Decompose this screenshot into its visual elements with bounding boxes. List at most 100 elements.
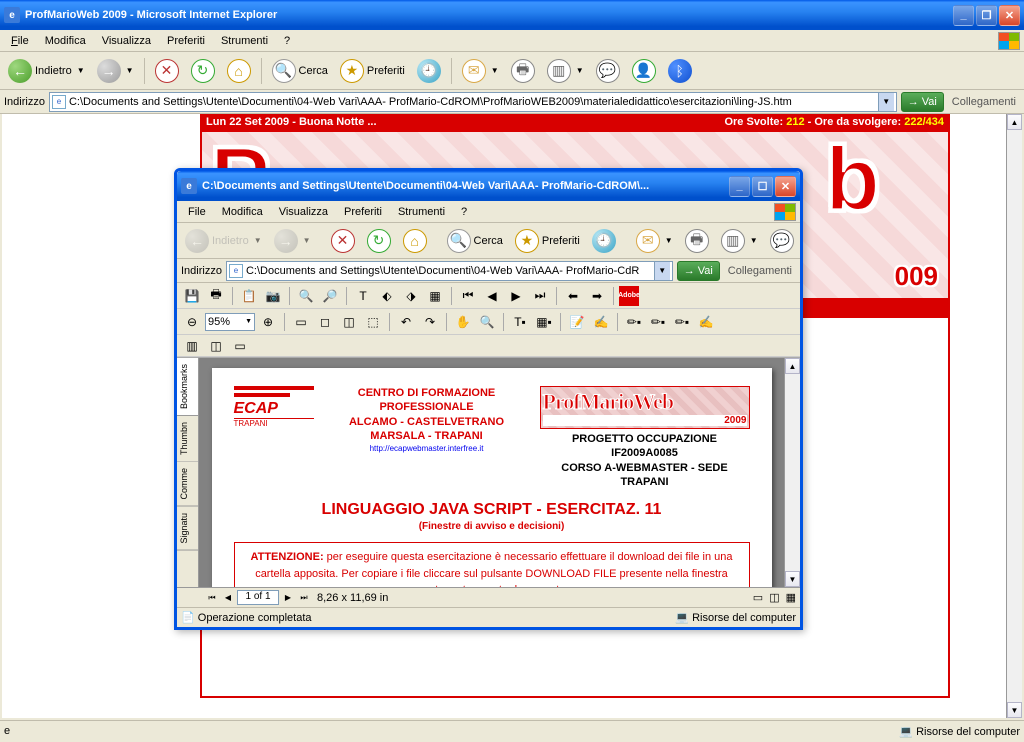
child-home-button[interactable]: ⌂: [399, 226, 431, 256]
pdf-search-button[interactable]: 🔎: [319, 285, 341, 307]
pdf-note-button[interactable]: 📝: [566, 311, 588, 333]
child-maximize-button[interactable]: ☐: [752, 176, 773, 197]
edit-button[interactable]: ▥▼: [543, 56, 588, 86]
child-discuss-button[interactable]: 💬: [766, 226, 798, 256]
main-scrollbar[interactable]: ▲ ▼: [1006, 114, 1022, 718]
child-menu-file[interactable]: File: [181, 204, 213, 220]
minimize-button[interactable]: _: [953, 5, 974, 26]
home-button[interactable]: ⌂: [223, 56, 255, 86]
pdf-page-indicator[interactable]: 1 of 1: [237, 590, 279, 605]
child-history-button[interactable]: 🕘: [588, 226, 620, 256]
child-menu-modifica[interactable]: Modifica: [215, 204, 270, 220]
pdf-tab-comments[interactable]: Comme: [177, 462, 198, 507]
pdf-first-page-button[interactable]: ⏮: [457, 285, 479, 307]
pdf-prev-page-button[interactable]: ◀: [481, 285, 503, 307]
address-field[interactable]: e ▼: [49, 92, 897, 112]
pdf-copy-button[interactable]: 📋: [238, 285, 260, 307]
pdf-text-tool-button[interactable]: T▪: [509, 311, 531, 333]
forward-button[interactable]: →▼: [93, 56, 138, 86]
pdf-prev-view-button[interactable]: ⬖: [376, 285, 398, 307]
pdf-view-mode3-button[interactable]: ▭: [229, 335, 251, 357]
menu-strumenti[interactable]: Strumenti: [214, 33, 275, 49]
pdf-layout3-button[interactable]: ▦: [786, 591, 796, 604]
links-label[interactable]: Collegamenti: [948, 96, 1020, 108]
pdf-first-button[interactable]: ⏮: [205, 591, 219, 605]
child-minimize-button[interactable]: _: [729, 176, 750, 197]
stop-button[interactable]: ✕: [151, 56, 183, 86]
pdf-prev-button[interactable]: ◀: [221, 591, 235, 605]
child-forward-button[interactable]: →▼: [270, 226, 315, 256]
child-address-field[interactable]: e ▼: [226, 261, 673, 281]
pdf-next-button[interactable]: ▶: [281, 591, 295, 605]
child-go-button[interactable]: → Vai: [677, 261, 720, 281]
child-refresh-button[interactable]: ↻: [363, 226, 395, 256]
pdf-rotate-cw-button[interactable]: ↷: [419, 311, 441, 333]
scroll-down-button[interactable]: ▼: [785, 571, 800, 587]
pdf-find-button[interactable]: 🔍: [295, 285, 317, 307]
child-search-button[interactable]: 🔍Cerca: [443, 226, 507, 256]
child-edit-button[interactable]: ▥▼: [717, 226, 762, 256]
child-favorites-button[interactable]: ★Preferiti: [511, 226, 584, 256]
pdf-actual-size-button[interactable]: ▭: [290, 311, 312, 333]
search-button[interactable]: 🔍Cerca: [268, 56, 332, 86]
pdf-fit-page-button[interactable]: ◻: [314, 311, 336, 333]
child-address-input[interactable]: [246, 265, 654, 277]
discuss-button[interactable]: 💬: [592, 56, 624, 86]
pdf-highlight-button[interactable]: ✏▪: [623, 311, 645, 333]
pdf-underline-button[interactable]: ✏▪: [671, 311, 693, 333]
pdf-next-view-button[interactable]: ⬗: [400, 285, 422, 307]
pdf-tab-thumbnails[interactable]: Thumbn: [177, 416, 198, 462]
pdf-next-page-button[interactable]: ▶: [505, 285, 527, 307]
pdf-last-button[interactable]: ⏭: [297, 591, 311, 605]
child-menu-preferiti[interactable]: Preferiti: [337, 204, 389, 220]
maximize-button[interactable]: ❐: [976, 5, 997, 26]
pdf-zoom-tool-button[interactable]: 🔍: [476, 311, 498, 333]
child-back-button[interactable]: ←Indietro▼: [181, 226, 266, 256]
pdf-view-mode1-button[interactable]: ▥: [181, 335, 203, 357]
print-button[interactable]: 🖶: [507, 56, 539, 86]
pdf-text-select-button[interactable]: T: [352, 285, 374, 307]
pdf-page-area[interactable]: ECAP TRAPANI CENTRO DI FORMAZIONE PROFES…: [199, 358, 784, 587]
menu-help[interactable]: ?: [277, 33, 297, 49]
address-dropdown[interactable]: ▼: [878, 93, 894, 111]
go-button[interactable]: → Vai: [901, 92, 944, 112]
child-mail-button[interactable]: ✉▼: [632, 226, 677, 256]
child-print-button[interactable]: 🖶: [681, 226, 713, 256]
favorites-button[interactable]: ★Preferiti: [336, 56, 409, 86]
scroll-up-button[interactable]: ▲: [785, 358, 800, 374]
pdf-fit-width-button[interactable]: ◫: [338, 311, 360, 333]
pdf-save-button[interactable]: 💾: [181, 285, 203, 307]
child-menu-strumenti[interactable]: Strumenti: [391, 204, 452, 220]
pdf-back-view-button[interactable]: ⬅: [562, 285, 584, 307]
scroll-up-button[interactable]: ▲: [1007, 114, 1022, 130]
refresh-button[interactable]: ↻: [187, 56, 219, 86]
pdf-zoom-in-button[interactable]: ⊕: [257, 311, 279, 333]
pdf-layout2-button[interactable]: ◫: [769, 591, 779, 604]
pdf-fwd-view-button[interactable]: ➡: [586, 285, 608, 307]
menu-modifica[interactable]: Modifica: [38, 33, 93, 49]
pdf-zoom-field[interactable]: 95% ▼: [205, 313, 255, 331]
address-input[interactable]: [69, 96, 878, 108]
pdf-layout1-button[interactable]: ▭: [753, 591, 763, 604]
pdf-view-mode2-button[interactable]: ◫: [205, 335, 227, 357]
menu-visualizza[interactable]: Visualizza: [95, 33, 158, 49]
pdf-strikeout-button[interactable]: ✏▪: [647, 311, 669, 333]
pdf-last-page-button[interactable]: ⏭: [529, 285, 551, 307]
pdf-reflow-button[interactable]: ⬚: [362, 311, 384, 333]
pdf-sign-button[interactable]: ✍: [590, 311, 612, 333]
pdf-camera-button[interactable]: 📷: [262, 285, 284, 307]
close-button[interactable]: ✕: [999, 5, 1020, 26]
back-button[interactable]: ←Indietro▼: [4, 56, 89, 86]
pdf-print-button[interactable]: 🖶: [205, 285, 227, 307]
child-stop-button[interactable]: ✕: [327, 226, 359, 256]
child-close-button[interactable]: ✕: [775, 176, 796, 197]
messenger-button[interactable]: 👤: [628, 56, 660, 86]
ecap-url-link[interactable]: http://ecapwebmaster.interfree.it: [370, 444, 484, 453]
pdf-rotate-ccw-button[interactable]: ↶: [395, 311, 417, 333]
address-dropdown[interactable]: ▼: [654, 262, 670, 280]
pdf-scrollbar[interactable]: ▲ ▼: [784, 358, 800, 587]
pdf-sign2-button[interactable]: ✍: [695, 311, 717, 333]
pdf-zoom-out-button[interactable]: ⊖: [181, 311, 203, 333]
menu-file[interactable]: File: [4, 33, 36, 49]
child-menu-visualizza[interactable]: Visualizza: [272, 204, 335, 220]
